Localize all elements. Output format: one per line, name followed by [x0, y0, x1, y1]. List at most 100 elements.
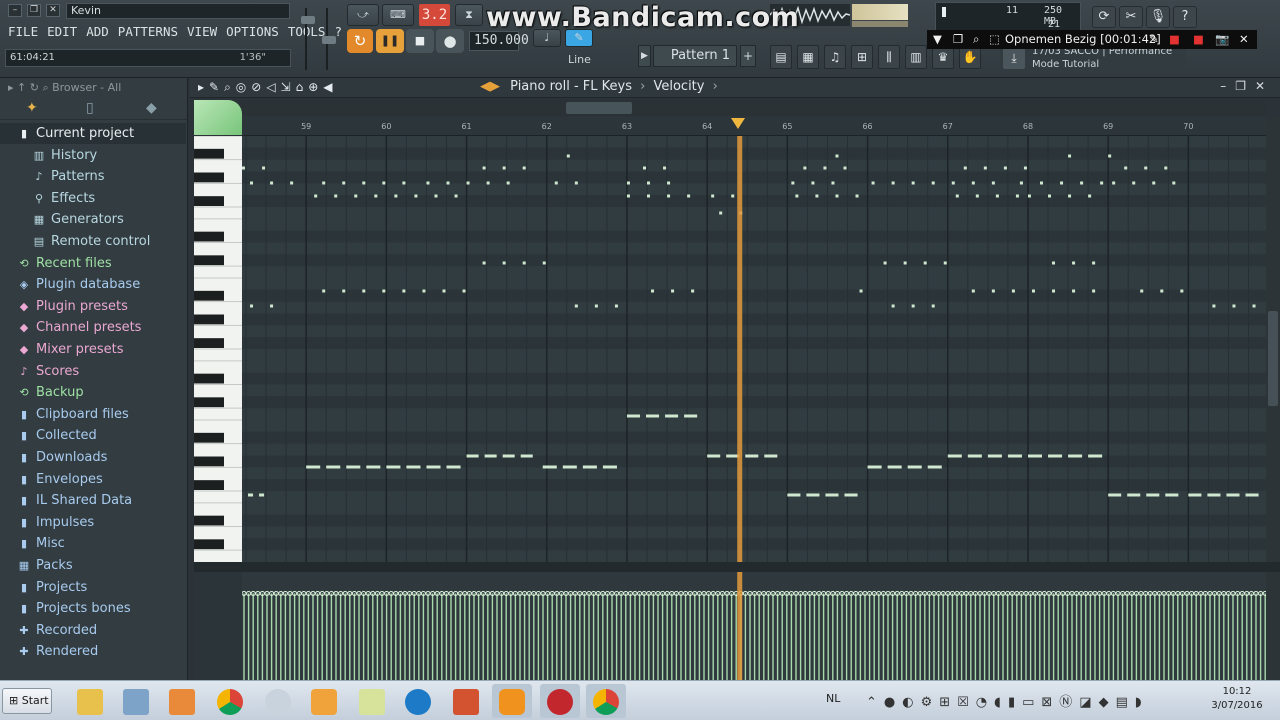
- browser-item-effects[interactable]: ⚲ Effects: [0, 188, 186, 209]
- browser-item-il-shared-data[interactable]: ▮ IL Shared Data: [0, 490, 186, 511]
- piano-roll-window-controls[interactable]: –❐✕: [1220, 79, 1274, 93]
- note-grid[interactable]: [242, 136, 1266, 562]
- browser-item-misc[interactable]: ▮ Misc: [0, 533, 186, 554]
- overlay-pen-icon[interactable]: ✎: [1149, 30, 1159, 49]
- overlay-area-icon[interactable]: ⬚: [989, 30, 1000, 49]
- velocity-scrollbar[interactable]: [1266, 572, 1280, 680]
- overlay-stop-icon[interactable]: ■: [1193, 30, 1204, 49]
- snap-display[interactable]: 3.2: [419, 4, 450, 26]
- pause-button[interactable]: ❚❚: [376, 29, 404, 53]
- pattern-selector[interactable]: Pattern 1: [653, 45, 737, 67]
- tool-corner-button[interactable]: [194, 100, 242, 135]
- velocity-bars-canvas[interactable]: [242, 572, 1266, 680]
- scroll-thumb[interactable]: [566, 102, 632, 114]
- menu-add[interactable]: ADD: [86, 24, 109, 39]
- channel-rack-icon[interactable]: ▥: [905, 45, 927, 69]
- browser-item-current-project[interactable]: ▮ Current project: [0, 123, 186, 144]
- event-editor-splitter[interactable]: [194, 562, 1280, 572]
- typing-keyboard-icon[interactable]: ⌨: [382, 4, 414, 26]
- microphone-icon[interactable]: 🎙: [1146, 6, 1170, 28]
- time-ruler[interactable]: 59 60 61 62 63 64 65 66 67 68 69 70: [242, 116, 1266, 136]
- browser-icon[interactable]: ⊞: [851, 45, 873, 69]
- taskbar-flstudio-icon[interactable]: [492, 684, 532, 718]
- start-button[interactable]: ⊞ Start: [2, 688, 52, 714]
- taskbar-paint-icon[interactable]: [258, 684, 298, 718]
- close-icon[interactable]: ✕: [46, 4, 60, 17]
- overlay-rec-icon[interactable]: ■: [1169, 30, 1180, 49]
- browser-snap-icon[interactable]: ◆: [146, 100, 157, 116]
- piano-keyboard[interactable]: [194, 136, 242, 562]
- tempo-display[interactable]: 150.000: [469, 31, 529, 51]
- restore-icon[interactable]: ❐: [27, 4, 41, 17]
- vscroll-thumb[interactable]: [1268, 311, 1278, 406]
- browser-item-recent-files[interactable]: ⟲ Recent files: [0, 253, 186, 274]
- menu-options[interactable]: OPTIONS: [226, 24, 279, 39]
- browser-item-backup[interactable]: ⟲ Backup: [0, 382, 186, 403]
- master-volume-slider[interactable]: [301, 8, 315, 70]
- note-grid-canvas[interactable]: [242, 136, 1266, 562]
- taskbar-firefox-icon[interactable]: [398, 684, 438, 718]
- piano-roll-icon[interactable]: ♫: [824, 45, 846, 69]
- menu-edit[interactable]: EDIT: [47, 24, 77, 39]
- playlist-icon[interactable]: ▤: [770, 45, 792, 69]
- tools-icon[interactable]: ✂: [1119, 6, 1143, 28]
- pat-song-toggle[interactable]: ⤻: [347, 4, 379, 26]
- browser-item-clipboard-files[interactable]: ▮ Clipboard files: [0, 404, 186, 425]
- browser-item-impulses[interactable]: ▮ Impulses: [0, 512, 186, 533]
- browser-item-envelopes[interactable]: ▮ Envelopes: [0, 469, 186, 490]
- browser-item-history[interactable]: ▥ History: [0, 145, 186, 166]
- loop-record-icon[interactable]: ↻: [347, 29, 373, 53]
- taskbar-calculator-icon[interactable]: [116, 684, 156, 718]
- taskbar-media-icon[interactable]: [162, 684, 202, 718]
- overlay-dropdown-icon[interactable]: ▼: [933, 30, 942, 49]
- browser-item-collected[interactable]: ▮ Collected: [0, 425, 186, 446]
- help-icon[interactable]: ?: [1173, 6, 1197, 28]
- minimize-icon[interactable]: –: [8, 4, 22, 17]
- taskbar-chrome2-icon[interactable]: [586, 684, 626, 718]
- overlay-window-icon[interactable]: ❐: [953, 30, 963, 49]
- browser-item-packs[interactable]: ▦ Packs: [0, 555, 186, 576]
- stop-button[interactable]: ■: [406, 29, 434, 53]
- mixer-icon[interactable]: ⫼: [878, 45, 900, 69]
- menu-file[interactable]: FILE: [8, 24, 38, 39]
- browser-item-recorded[interactable]: ✚ Recorded: [0, 620, 186, 641]
- refresh-icon[interactable]: ⟳: [1092, 6, 1116, 28]
- piano-roll-title[interactable]: ◀▶ Piano roll - FL Keys › Velocity ›: [480, 79, 722, 94]
- browser-item-downloads[interactable]: ▮ Downloads: [0, 447, 186, 468]
- browser-item-mixer-presets[interactable]: ◆ Mixer presets: [0, 339, 186, 360]
- browser-item-projects[interactable]: ▮ Projects: [0, 577, 186, 598]
- overlay-close-icon[interactable]: ✕: [1239, 30, 1249, 49]
- browser-item-remote-control[interactable]: ▤ Remote control: [0, 231, 186, 252]
- vertical-scrollbar[interactable]: [1266, 116, 1280, 562]
- menu-patterns[interactable]: PATTERNS: [118, 24, 178, 39]
- step-edit-mode-select[interactable]: Line: [564, 51, 624, 69]
- record-button[interactable]: ●: [436, 29, 464, 53]
- master-pitch-slider[interactable]: [322, 8, 336, 70]
- piano-keys-canvas[interactable]: [194, 136, 242, 562]
- taskbar-clock[interactable]: 10:12 3/07/2016: [1206, 685, 1268, 713]
- taskbar-explorer-icon[interactable]: [70, 684, 110, 718]
- add-pattern-button[interactable]: +: [740, 45, 756, 67]
- browser-item-generators[interactable]: ▦ Generators: [0, 209, 186, 230]
- system-tray-icons[interactable]: ⌃●◐⚙⊞☒◔◖▮▭⊠Ⓝ◪◆▤◗: [866, 691, 1149, 710]
- taskbar-audacity-icon[interactable]: [304, 684, 344, 718]
- taskbar-bandicam-icon[interactable]: [540, 684, 580, 718]
- project-title-field[interactable]: Kevin: [66, 3, 290, 19]
- browser-item-plugin-database[interactable]: ◈ Plugin database: [0, 274, 186, 295]
- step-sequencer-icon[interactable]: ▦: [797, 45, 819, 69]
- browser-file-icon[interactable]: ▯: [86, 100, 94, 116]
- browser-nav-icons[interactable]: ▸ ↑ ↻ ⌕: [8, 81, 49, 94]
- overlay-camera-icon[interactable]: 📷: [1215, 30, 1229, 49]
- horizontal-scrollbar[interactable]: [242, 100, 1266, 116]
- browser-item-channel-presets[interactable]: ◆ Channel presets: [0, 317, 186, 338]
- download-icon[interactable]: ⤓: [1003, 47, 1025, 69]
- velocity-lane[interactable]: [242, 572, 1266, 680]
- taskbar-folder-icon[interactable]: [352, 684, 392, 718]
- taskbar-chrome-icon[interactable]: [210, 684, 250, 718]
- browser-item-rendered[interactable]: ✚ Rendered: [0, 641, 186, 662]
- piano-roll-tool-icons[interactable]: ▸✎⌕◎⊘◁⇲⌂⊕◀: [198, 80, 338, 95]
- menu-view[interactable]: VIEW: [187, 24, 217, 39]
- browser-expand-icon[interactable]: ✦: [26, 100, 38, 116]
- browser-item-projects-bones[interactable]: ▮ Projects bones: [0, 598, 186, 619]
- browser-item-scores[interactable]: ♪ Scores: [0, 361, 186, 382]
